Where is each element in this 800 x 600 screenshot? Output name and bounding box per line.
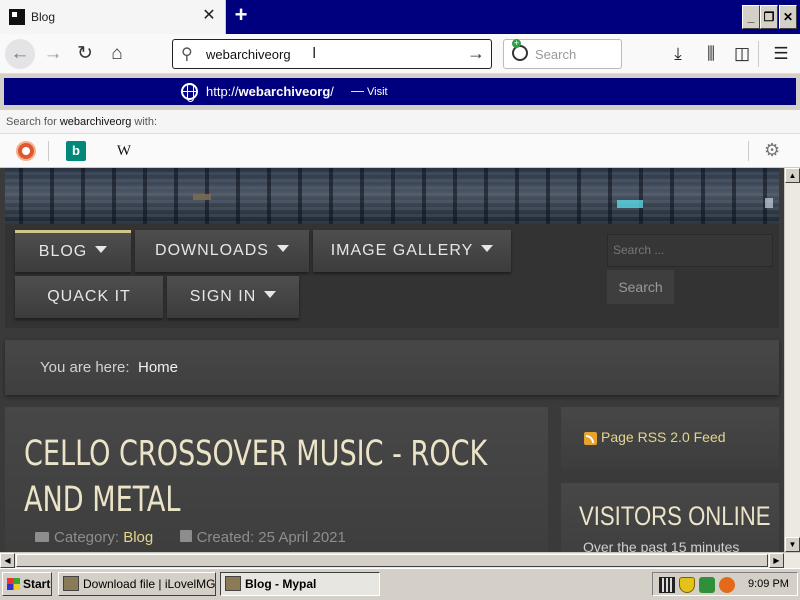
menu-item-blog[interactable]: BLOG xyxy=(15,230,131,272)
menu-icon[interactable]: ☰ xyxy=(768,41,794,67)
wikipedia-icon[interactable]: W xyxy=(114,141,134,161)
rss-feed-link[interactable]: Page RSS 2.0 Feed xyxy=(601,429,726,445)
taskbar: Start Download file | iLovelMG ... Blog … xyxy=(0,568,800,600)
scroll-thumb[interactable] xyxy=(16,554,768,567)
browser-title-bar: Blog ✕ + _ ❐ ✕ xyxy=(0,0,800,34)
suggestion-url: http://webarchiveorg/ xyxy=(206,84,334,99)
suggestion-action: Visit xyxy=(367,86,388,98)
tab-blog[interactable]: Blog ✕ xyxy=(0,0,226,34)
banner-detail xyxy=(617,200,643,208)
rss-icon xyxy=(584,432,597,445)
url-suggestion-visit[interactable]: http://webarchiveorg/ — Visit xyxy=(4,78,796,105)
search-engine-icon xyxy=(512,39,528,61)
close-window-button[interactable]: ✕ xyxy=(779,5,797,29)
start-label: Start xyxy=(23,577,51,591)
security-shield-icon[interactable] xyxy=(679,577,695,593)
menu-item-quack-it[interactable]: QUACK IT xyxy=(15,276,163,318)
scroll-down-arrow-icon[interactable]: ▼ xyxy=(785,537,800,552)
breadcrumb: You are here: Home xyxy=(5,340,779,395)
restore-button[interactable]: ❐ xyxy=(760,5,778,29)
url-input[interactable]: webarchiveorg xyxy=(206,47,291,62)
chevron-down-icon xyxy=(264,291,277,298)
menu-item-image-gallery[interactable]: IMAGE GALLERY xyxy=(313,230,511,272)
scroll-right-arrow-icon[interactable]: ▶ xyxy=(769,553,784,568)
search-for-label: Search for webarchiveorg with: xyxy=(6,116,158,128)
visitors-subtitle: Over the past 15 minutes xyxy=(583,539,740,552)
chevron-down-icon xyxy=(481,245,494,252)
tab-close-icon[interactable]: ✕ xyxy=(200,6,218,26)
keyboard-icon[interactable] xyxy=(659,577,675,593)
navigation-toolbar: ← → ↻ ⌂ ⚲ webarchiveorg I → Search ⤓ ⫼ ◫… xyxy=(0,34,800,74)
suggestion-separator: — xyxy=(351,83,364,98)
search-for-row: Search for webarchiveorg with: xyxy=(0,110,800,134)
go-arrow-button[interactable]: → xyxy=(467,43,485,64)
page-viewport: BLOG DOWNLOADS IMAGE GALLERY QUACK IT SI… xyxy=(0,168,784,552)
library-icon[interactable]: ⫼ xyxy=(698,41,724,67)
category-label: Category: xyxy=(54,529,120,546)
new-tab-button[interactable]: + xyxy=(229,4,253,28)
banner-detail xyxy=(765,198,773,208)
taskbar-item-download[interactable]: Download file | iLovelMG ... xyxy=(58,572,216,596)
horizontal-scrollbar[interactable]: ◀ ▶ xyxy=(0,552,800,568)
app-icon xyxy=(63,576,79,591)
engine-divider xyxy=(748,141,749,161)
category-link[interactable]: Blog xyxy=(123,529,153,546)
home-button[interactable]: ⌂ xyxy=(102,39,132,69)
site-favicon-icon xyxy=(9,9,25,25)
chevron-down-icon xyxy=(276,245,289,252)
scroll-left-arrow-icon[interactable]: ◀ xyxy=(0,553,15,568)
start-button[interactable]: Start xyxy=(2,572,52,596)
rss-module: Page RSS 2.0 Feed xyxy=(561,407,779,469)
windows-logo-icon xyxy=(7,578,20,590)
search-input[interactable]: Search xyxy=(535,47,576,62)
site-search-button[interactable]: Search xyxy=(607,270,674,304)
article-meta: Category: Blog Created: 25 April 2021 xyxy=(35,529,346,546)
sidebar-icon[interactable]: ◫ xyxy=(729,41,755,67)
taskbar-item-mypal[interactable]: Blog - Mypal xyxy=(220,572,380,596)
search-icon: ⚲ xyxy=(181,46,193,63)
engine-divider xyxy=(48,141,49,161)
chevron-down-icon xyxy=(95,246,108,253)
url-bar[interactable]: ⚲ webarchiveorg I → xyxy=(172,39,492,69)
taskbar-item-label: Blog - Mypal xyxy=(245,577,317,591)
folder-icon xyxy=(35,532,49,542)
reload-button[interactable]: ↻ xyxy=(70,39,100,69)
clock[interactable]: 9:09 PM xyxy=(748,578,789,590)
search-bar[interactable]: Search xyxy=(503,39,622,69)
toolbar-divider xyxy=(758,41,759,67)
system-tray: 9:09 PM xyxy=(652,572,798,596)
breadcrumb-label: You are here: xyxy=(40,359,130,376)
site-search-input[interactable]: Search ... xyxy=(607,234,773,267)
breadcrumb-home: Home xyxy=(138,359,179,376)
volume-icon[interactable] xyxy=(719,577,735,593)
duckduckgo-icon[interactable] xyxy=(16,141,36,161)
vertical-scrollbar[interactable]: ▲ ▼ xyxy=(784,168,800,552)
scroll-up-arrow-icon[interactable]: ▲ xyxy=(785,168,800,183)
back-button[interactable]: ← xyxy=(5,39,35,69)
taskbar-item-label: Download file | iLovelMG ... xyxy=(83,577,216,591)
banner-detail xyxy=(193,194,211,200)
main-menu: BLOG DOWNLOADS IMAGE GALLERY QUACK IT SI… xyxy=(5,224,779,328)
article-title[interactable]: CELLO CROSSOVER MUSIC - ROCK AND METAL xyxy=(24,431,506,523)
app-icon xyxy=(225,576,241,591)
tab-title: Blog xyxy=(31,10,56,24)
download-icon[interactable]: ⤓ xyxy=(665,41,691,67)
search-settings-gear-icon[interactable]: ⚙ xyxy=(764,140,780,161)
globe-icon xyxy=(181,83,198,102)
visitors-title: VISITORS ONLINE xyxy=(579,501,771,531)
text-cursor-icon: I xyxy=(312,45,317,62)
minimize-button[interactable]: _ xyxy=(742,5,760,29)
menu-item-downloads[interactable]: DOWNLOADS xyxy=(135,230,309,272)
menu-item-sign-in[interactable]: SIGN IN xyxy=(167,276,299,318)
article: CELLO CROSSOVER MUSIC - ROCK AND METAL C… xyxy=(5,407,548,552)
visitors-module: VISITORS ONLINE Over the past 15 minutes xyxy=(561,483,779,552)
one-off-search-engines: b W ⚙ xyxy=(0,134,800,168)
created-date: Created: 25 April 2021 xyxy=(196,529,346,546)
forward-button[interactable]: → xyxy=(38,39,68,69)
calendar-icon xyxy=(179,530,192,542)
bing-icon[interactable]: b xyxy=(66,141,86,161)
network-icon[interactable] xyxy=(699,577,715,593)
city-banner-image xyxy=(5,168,779,224)
